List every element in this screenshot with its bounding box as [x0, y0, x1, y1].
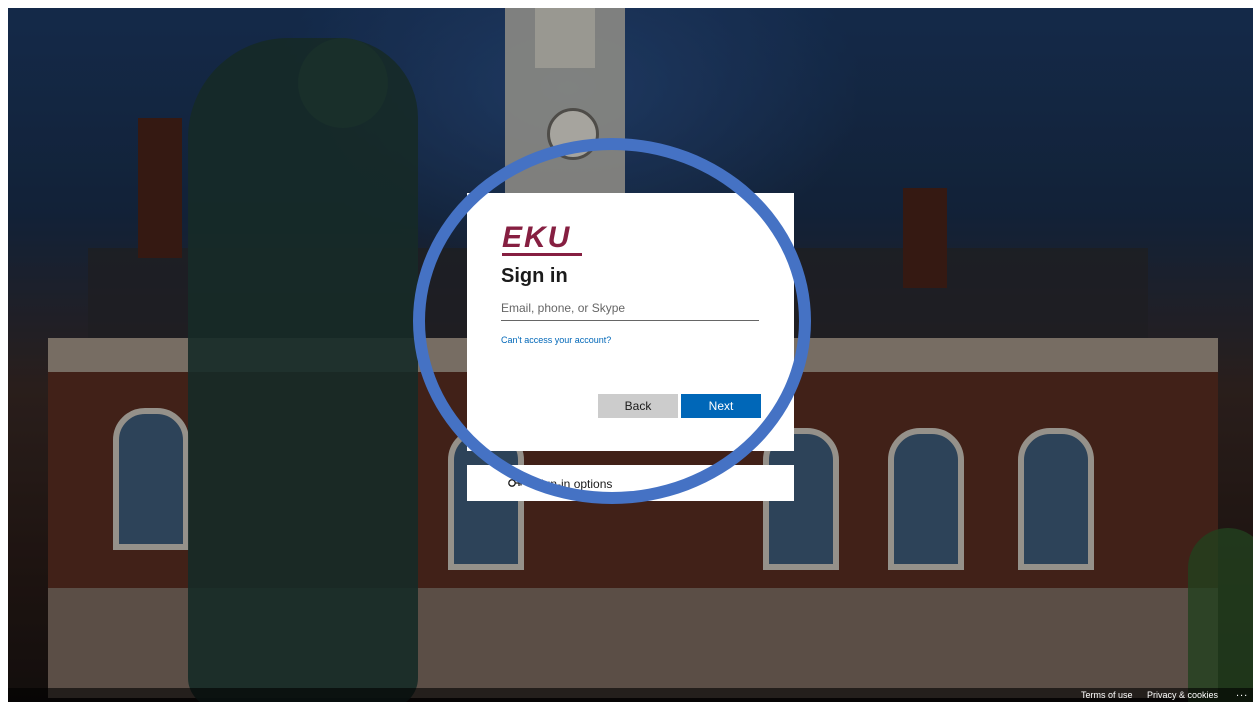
key-icon: [507, 475, 523, 491]
sign-in-options-label: Sign-in options: [533, 477, 613, 491]
next-button[interactable]: Next: [681, 394, 761, 418]
back-button[interactable]: Back: [598, 394, 678, 418]
footer-bar: Terms of use Privacy & cookies ...: [8, 687, 1253, 702]
sign-in-options-button[interactable]: Sign-in options: [467, 465, 794, 501]
terms-of-use-link[interactable]: Terms of use: [1081, 690, 1133, 700]
cant-access-account-link[interactable]: Can't access your account?: [501, 335, 611, 345]
email-field[interactable]: [501, 296, 759, 321]
logo-underline: [502, 253, 582, 256]
privacy-cookies-link[interactable]: Privacy & cookies: [1147, 690, 1218, 700]
page-title: Sign in: [501, 265, 568, 287]
sign-in-card: EKU Sign in Can't access your account? B…: [467, 193, 794, 451]
eku-logo: EKU: [502, 221, 572, 254]
more-options-icon[interactable]: ...: [1236, 687, 1248, 699]
